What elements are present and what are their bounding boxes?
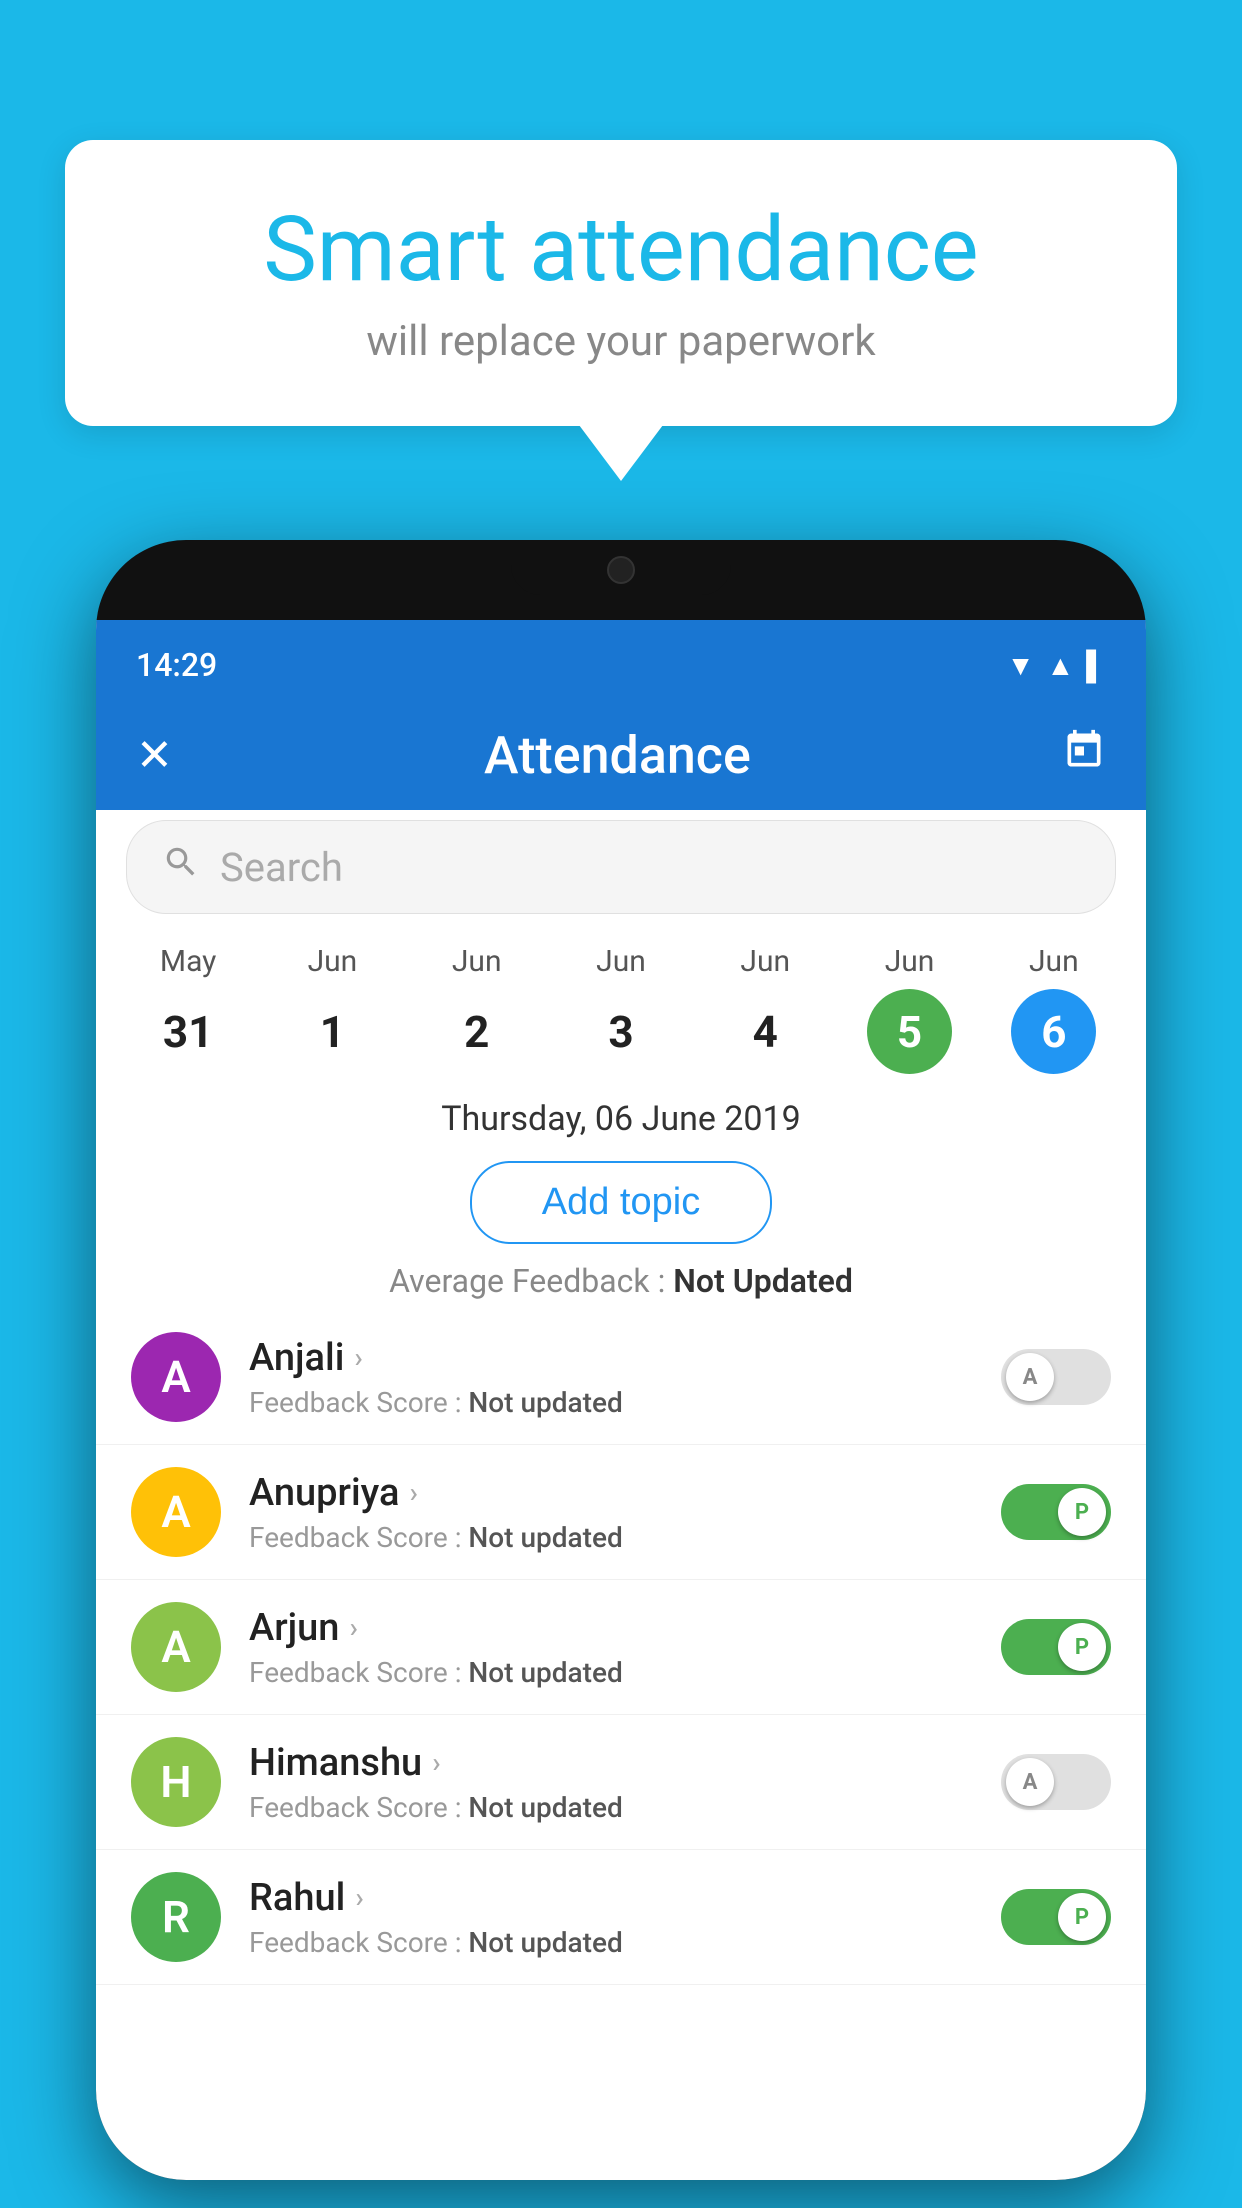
search-icon	[162, 843, 200, 891]
calendar-row: May 31 Jun 1 Jun 2 Jun 3 Jun 4 Jun 5 Jun…	[96, 914, 1146, 1074]
student-name[interactable]: Rahul ›	[249, 1876, 1001, 1920]
phone-frame: 14:29 ▼ ▲ ▌ ✕ Attendance S	[96, 540, 1146, 2180]
status-bar: 14:29 ▼ ▲ ▌	[96, 620, 1146, 700]
student-name[interactable]: Arjun ›	[249, 1606, 1001, 1650]
toggle-knob: P	[1058, 1893, 1106, 1941]
date-month: Jun	[885, 944, 935, 979]
date-num[interactable]: 6	[1011, 989, 1096, 1074]
speech-bubble-container: Smart attendance will replace your paper…	[65, 140, 1177, 426]
student-avatar: A	[131, 1467, 221, 1557]
speech-bubble: Smart attendance will replace your paper…	[65, 140, 1177, 426]
chevron-right-icon: ›	[355, 1881, 363, 1914]
attendance-toggle[interactable]: P	[1001, 1484, 1111, 1540]
bubble-subtitle: will replace your paperwork	[135, 317, 1107, 366]
toggle-knob: A	[1006, 1353, 1054, 1401]
student-feedback: Feedback Score : Not updated	[249, 1791, 1001, 1824]
student-feedback: Feedback Score : Not updated	[249, 1521, 1001, 1554]
student-info: Rahul › Feedback Score : Not updated	[249, 1876, 1001, 1959]
date-col[interactable]: Jun 1	[290, 944, 375, 1074]
date-num[interactable]: 4	[723, 989, 808, 1074]
chevron-right-icon: ›	[354, 1341, 362, 1374]
date-num[interactable]: 5	[867, 989, 952, 1074]
status-time: 14:29	[136, 646, 217, 684]
attendance-toggle[interactable]: A	[1001, 1349, 1111, 1405]
date-col[interactable]: Jun 2	[434, 944, 519, 1074]
date-month: May	[160, 944, 216, 979]
student-info: Himanshu › Feedback Score : Not updated	[249, 1741, 1001, 1824]
search-bar[interactable]: Search	[126, 820, 1116, 914]
student-list: A Anjali › Feedback Score : Not updated …	[96, 1310, 1146, 1985]
student-name[interactable]: Anupriya ›	[249, 1471, 1001, 1515]
student-name[interactable]: Himanshu ›	[249, 1741, 1001, 1785]
wifi-icon: ▼	[1007, 649, 1035, 682]
selected-date: Thursday, 06 June 2019	[96, 1099, 1146, 1139]
toggle-knob: P	[1058, 1623, 1106, 1671]
app-bar-title: Attendance	[484, 725, 751, 786]
toggle-wrap[interactable]: A	[1001, 1754, 1111, 1810]
student-info: Arjun › Feedback Score : Not updated	[249, 1606, 1001, 1689]
phone-notch	[511, 540, 731, 595]
status-icons: ▼ ▲ ▌	[1007, 649, 1106, 682]
chevron-right-icon: ›	[432, 1746, 440, 1779]
student-name[interactable]: Anjali ›	[249, 1336, 1001, 1380]
student-avatar: A	[131, 1602, 221, 1692]
chevron-right-icon: ›	[409, 1476, 417, 1509]
attendance-toggle[interactable]: P	[1001, 1889, 1111, 1945]
student-item[interactable]: A Arjun › Feedback Score : Not updated P	[96, 1580, 1146, 1715]
student-item[interactable]: H Himanshu › Feedback Score : Not update…	[96, 1715, 1146, 1850]
phone-camera	[607, 556, 635, 584]
toggle-knob: P	[1058, 1488, 1106, 1536]
close-icon[interactable]: ✕	[136, 729, 173, 781]
toggle-wrap[interactable]: P	[1001, 1484, 1111, 1540]
bubble-title: Smart attendance	[135, 200, 1107, 299]
add-topic-button[interactable]: Add topic	[470, 1161, 772, 1244]
search-placeholder: Search	[220, 844, 343, 891]
date-month: Jun	[308, 944, 358, 979]
student-feedback: Feedback Score : Not updated	[249, 1926, 1001, 1959]
student-info: Anjali › Feedback Score : Not updated	[249, 1336, 1001, 1419]
chevron-right-icon: ›	[349, 1611, 357, 1644]
date-num[interactable]: 31	[146, 989, 231, 1074]
student-item[interactable]: A Anjali › Feedback Score : Not updated …	[96, 1310, 1146, 1445]
app-bar: ✕ Attendance	[96, 700, 1146, 810]
date-col[interactable]: Jun 6	[1011, 944, 1096, 1074]
student-avatar: H	[131, 1737, 221, 1827]
date-month: Jun	[740, 944, 790, 979]
student-avatar: R	[131, 1872, 221, 1962]
calendar-icon[interactable]	[1062, 728, 1106, 783]
date-col[interactable]: Jun 3	[578, 944, 663, 1074]
toggle-wrap[interactable]: A	[1001, 1349, 1111, 1405]
date-col[interactable]: Jun 5	[867, 944, 952, 1074]
date-month: Jun	[1029, 944, 1079, 979]
date-col[interactable]: Jun 4	[723, 944, 808, 1074]
date-num[interactable]: 2	[434, 989, 519, 1074]
avg-feedback-value: Not Updated	[673, 1262, 853, 1300]
student-feedback: Feedback Score : Not updated	[249, 1656, 1001, 1689]
student-avatar: A	[131, 1332, 221, 1422]
toggle-knob: A	[1006, 1758, 1054, 1806]
toggle-wrap[interactable]: P	[1001, 1619, 1111, 1675]
date-col[interactable]: May 31	[146, 944, 231, 1074]
avg-feedback-label: Average Feedback :	[389, 1262, 665, 1300]
student-item[interactable]: R Rahul › Feedback Score : Not updated P	[96, 1850, 1146, 1985]
date-month: Jun	[452, 944, 502, 979]
phone-screen: 14:29 ▼ ▲ ▌ ✕ Attendance S	[96, 620, 1146, 2180]
signal-icon: ▲	[1046, 649, 1074, 682]
date-num[interactable]: 3	[578, 989, 663, 1074]
toggle-wrap[interactable]: P	[1001, 1889, 1111, 1945]
student-item[interactable]: A Anupriya › Feedback Score : Not update…	[96, 1445, 1146, 1580]
attendance-toggle[interactable]: P	[1001, 1619, 1111, 1675]
battery-icon: ▌	[1086, 649, 1106, 682]
student-feedback: Feedback Score : Not updated	[249, 1386, 1001, 1419]
student-info: Anupriya › Feedback Score : Not updated	[249, 1471, 1001, 1554]
avg-feedback: Average Feedback : Not Updated	[96, 1262, 1146, 1300]
date-month: Jun	[596, 944, 646, 979]
date-num[interactable]: 1	[290, 989, 375, 1074]
attendance-toggle[interactable]: A	[1001, 1754, 1111, 1810]
